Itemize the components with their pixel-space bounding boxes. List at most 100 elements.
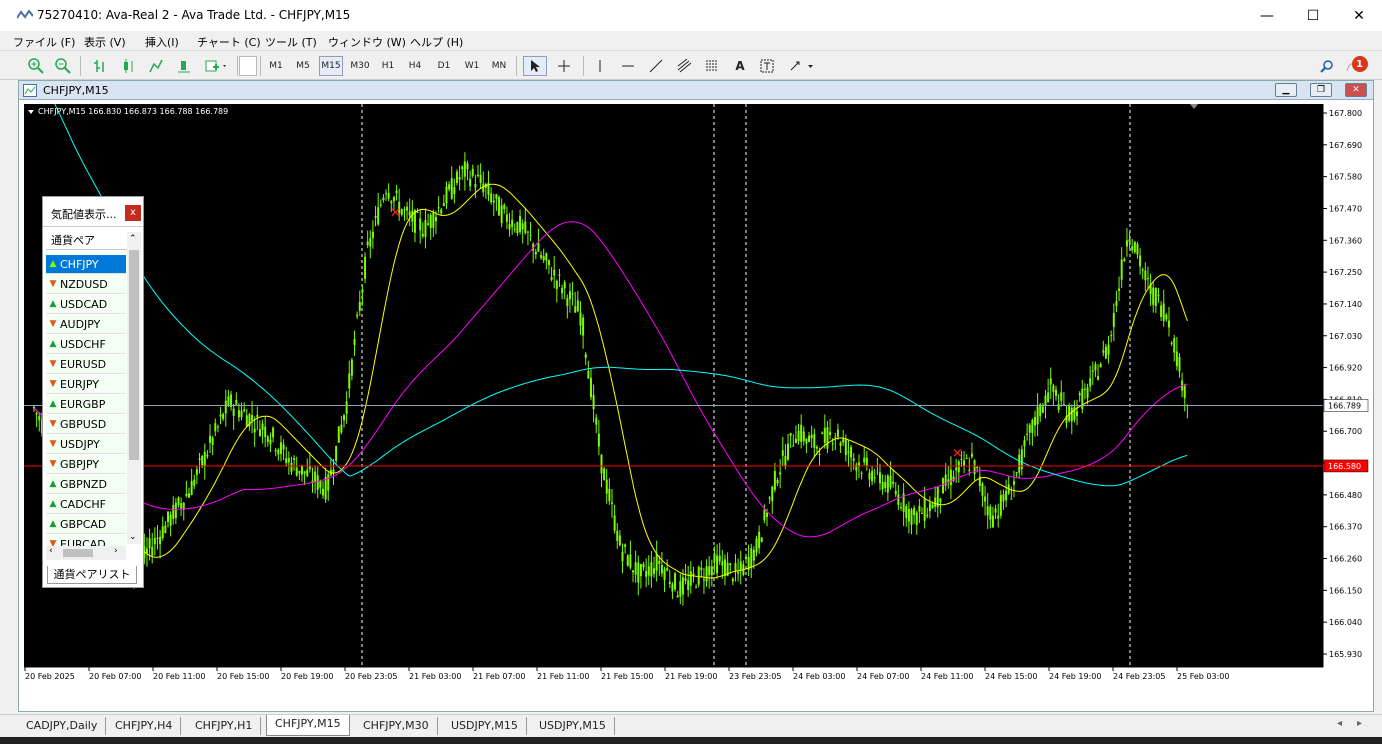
market-watch-row-usdcad[interactable]: ▲ USDCAD bbox=[46, 295, 126, 314]
text-label-icon[interactable] bbox=[757, 56, 777, 76]
market-watch-row-usdjpy[interactable]: ▼ USDJPY bbox=[46, 435, 126, 454]
candle-body bbox=[723, 559, 726, 577]
menu-window[interactable]: ウィンドウ (W) bbox=[328, 34, 406, 50]
horizontal-line-icon[interactable] bbox=[618, 56, 638, 76]
tabs-scroll-right-icon[interactable]: ▸ bbox=[1357, 718, 1362, 729]
candle-body bbox=[865, 457, 868, 466]
candle-body bbox=[274, 450, 277, 452]
menu-help[interactable]: ヘルプ (H) bbox=[410, 34, 463, 50]
scroll-up-icon[interactable]: ⌃ bbox=[129, 234, 137, 244]
chart-restore-button[interactable]: ❐ bbox=[1310, 83, 1332, 97]
candle-body bbox=[671, 584, 674, 592]
arrows-dropdown-icon[interactable] bbox=[787, 56, 817, 76]
market-watch-row-eurusd[interactable]: ▼ EURUSD bbox=[46, 355, 126, 374]
chart-minimize-button[interactable]: ▁ bbox=[1275, 83, 1297, 97]
market-watch-row-gbpjpy[interactable]: ▼ GBPJPY bbox=[46, 455, 126, 474]
line-chart-icon[interactable] bbox=[146, 56, 166, 76]
market-watch-row-gbpcad[interactable]: ▲ GBPCAD bbox=[46, 515, 126, 534]
zoom-in-icon[interactable] bbox=[26, 56, 46, 76]
arrow-down-icon: ▼ bbox=[49, 459, 57, 469]
market-watch-tab-symbols[interactable]: 通貨ペアリスト bbox=[47, 566, 137, 584]
tf-m5[interactable]: M5 bbox=[292, 56, 314, 76]
market-watch-row-gbpusd[interactable]: ▼ GBPUSD bbox=[46, 415, 126, 434]
period-box[interactable] bbox=[239, 56, 257, 76]
candle-body bbox=[681, 577, 684, 595]
channel-icon[interactable] bbox=[674, 56, 696, 76]
scroll-left-icon[interactable]: ‹ bbox=[49, 546, 53, 556]
maximize-button[interactable]: ☐ bbox=[1290, 0, 1336, 31]
market-watch-hscrollbar[interactable]: ‹ › bbox=[46, 546, 126, 560]
tf-h4[interactable]: H4 bbox=[404, 56, 426, 76]
scroll-thumb[interactable] bbox=[129, 250, 139, 460]
vertical-line-icon[interactable] bbox=[590, 56, 610, 76]
candle-body bbox=[306, 469, 309, 476]
tab-cadjpy-daily[interactable]: CADJPY,Daily bbox=[18, 717, 107, 735]
trendline-icon[interactable] bbox=[646, 56, 666, 76]
market-watch-column-header[interactable]: 通貨ペア bbox=[46, 232, 128, 250]
tf-mn[interactable]: MN bbox=[488, 56, 510, 76]
close-button[interactable]: ✕ bbox=[1336, 0, 1382, 31]
candle-body bbox=[942, 478, 945, 494]
market-watch-close-button[interactable]: x bbox=[125, 205, 141, 221]
scroll-right-icon[interactable]: › bbox=[114, 546, 118, 556]
candle-body bbox=[913, 507, 916, 516]
market-watch-row-cadchf[interactable]: ▲ CADCHF bbox=[46, 495, 126, 514]
candlestick-chart-icon[interactable] bbox=[118, 56, 138, 76]
candle-body bbox=[547, 259, 550, 266]
crosshair-icon[interactable] bbox=[553, 56, 575, 76]
arrow-up-icon: ▲ bbox=[49, 259, 57, 269]
tabs-scroll-left-icon[interactable]: ◂ bbox=[1337, 718, 1342, 729]
menu-chart[interactable]: チャート (C) bbox=[197, 34, 261, 50]
candle-body bbox=[303, 471, 306, 474]
cursor-icon[interactable] bbox=[523, 56, 547, 76]
chart-close-button[interactable]: ✕ bbox=[1345, 83, 1367, 97]
tab-chfjpy-m15[interactable]: CHFJPY,M15 bbox=[266, 715, 350, 736]
notification-icon[interactable]: 1 bbox=[1342, 56, 1370, 76]
candle-body bbox=[1146, 278, 1149, 280]
market-watch-row-nzdusd[interactable]: ▼ NZDUSD bbox=[46, 275, 126, 294]
market-watch-row-chfjpy[interactable]: ▲ CHFJPY bbox=[46, 255, 126, 274]
candle-body bbox=[1160, 305, 1163, 318]
market-watch-vscrollbar[interactable]: ⌃ ⌄ bbox=[127, 232, 141, 544]
market-watch-row-audjpy[interactable]: ▼ AUDJPY bbox=[46, 315, 126, 334]
hscroll-thumb[interactable] bbox=[63, 549, 93, 557]
menu-view[interactable]: 表示 (V) bbox=[84, 34, 126, 50]
tab-chfjpy-h1[interactable]: CHFJPY,H1 bbox=[187, 717, 262, 735]
indicators-dropdown-icon[interactable] bbox=[202, 56, 230, 76]
candle-body bbox=[692, 573, 695, 576]
tf-m15[interactable]: M15 bbox=[319, 56, 343, 76]
fibonacci-icon[interactable] bbox=[702, 56, 724, 76]
zoom-out-icon[interactable] bbox=[53, 56, 73, 76]
price-chart[interactable]: ✕ ✕ 167.800 167.690 167.580 167.470 167.360 167… bbox=[24, 104, 1370, 687]
candle-body bbox=[319, 481, 322, 488]
tab-chfjpy-m30[interactable]: CHFJPY,M30 bbox=[355, 717, 438, 735]
text-icon[interactable]: A bbox=[730, 56, 750, 76]
candle-body bbox=[1002, 494, 1005, 502]
candle-body bbox=[314, 471, 317, 483]
minimize-button[interactable]: — bbox=[1244, 0, 1290, 31]
candle-body bbox=[495, 194, 498, 199]
tf-m1[interactable]: M1 bbox=[265, 56, 287, 76]
candle-body bbox=[195, 469, 198, 475]
tf-w1[interactable]: W1 bbox=[461, 56, 483, 76]
tf-h1[interactable]: H1 bbox=[377, 56, 399, 76]
market-watch-row-usdchf[interactable]: ▲ USDCHF bbox=[46, 335, 126, 354]
market-watch-row-eurjpy[interactable]: ▼ EURJPY bbox=[46, 375, 126, 394]
menu-tools[interactable]: ツール (T) bbox=[265, 34, 317, 50]
market-watch-row-gbpnzd[interactable]: ▲ GBPNZD bbox=[46, 475, 126, 494]
menu-insert[interactable]: 挿入(I) bbox=[145, 34, 179, 50]
search-icon[interactable] bbox=[1317, 56, 1337, 76]
candle-body bbox=[227, 396, 230, 406]
scroll-down-icon[interactable]: ⌄ bbox=[129, 532, 137, 542]
tab-chfjpy-h4[interactable]: CHFJPY,H4 bbox=[107, 717, 182, 735]
auto-scroll-icon[interactable] bbox=[174, 56, 194, 76]
tab-usdjpy-m15[interactable]: USDJPY,M15 bbox=[443, 717, 527, 735]
market-watch-row-eurgbp[interactable]: ▲ EURGBP bbox=[46, 395, 126, 414]
bar-chart-icon[interactable] bbox=[90, 56, 110, 76]
candle-body bbox=[392, 197, 395, 202]
tab-usdjpy-m15-2[interactable]: USDJPY,M15 bbox=[531, 717, 615, 735]
menu-file[interactable]: ファイル (F) bbox=[13, 34, 75, 50]
tf-m30[interactable]: M30 bbox=[348, 56, 372, 76]
x-tick-label: 20 Feb 07:00 bbox=[89, 672, 141, 681]
tf-d1[interactable]: D1 bbox=[433, 56, 455, 76]
